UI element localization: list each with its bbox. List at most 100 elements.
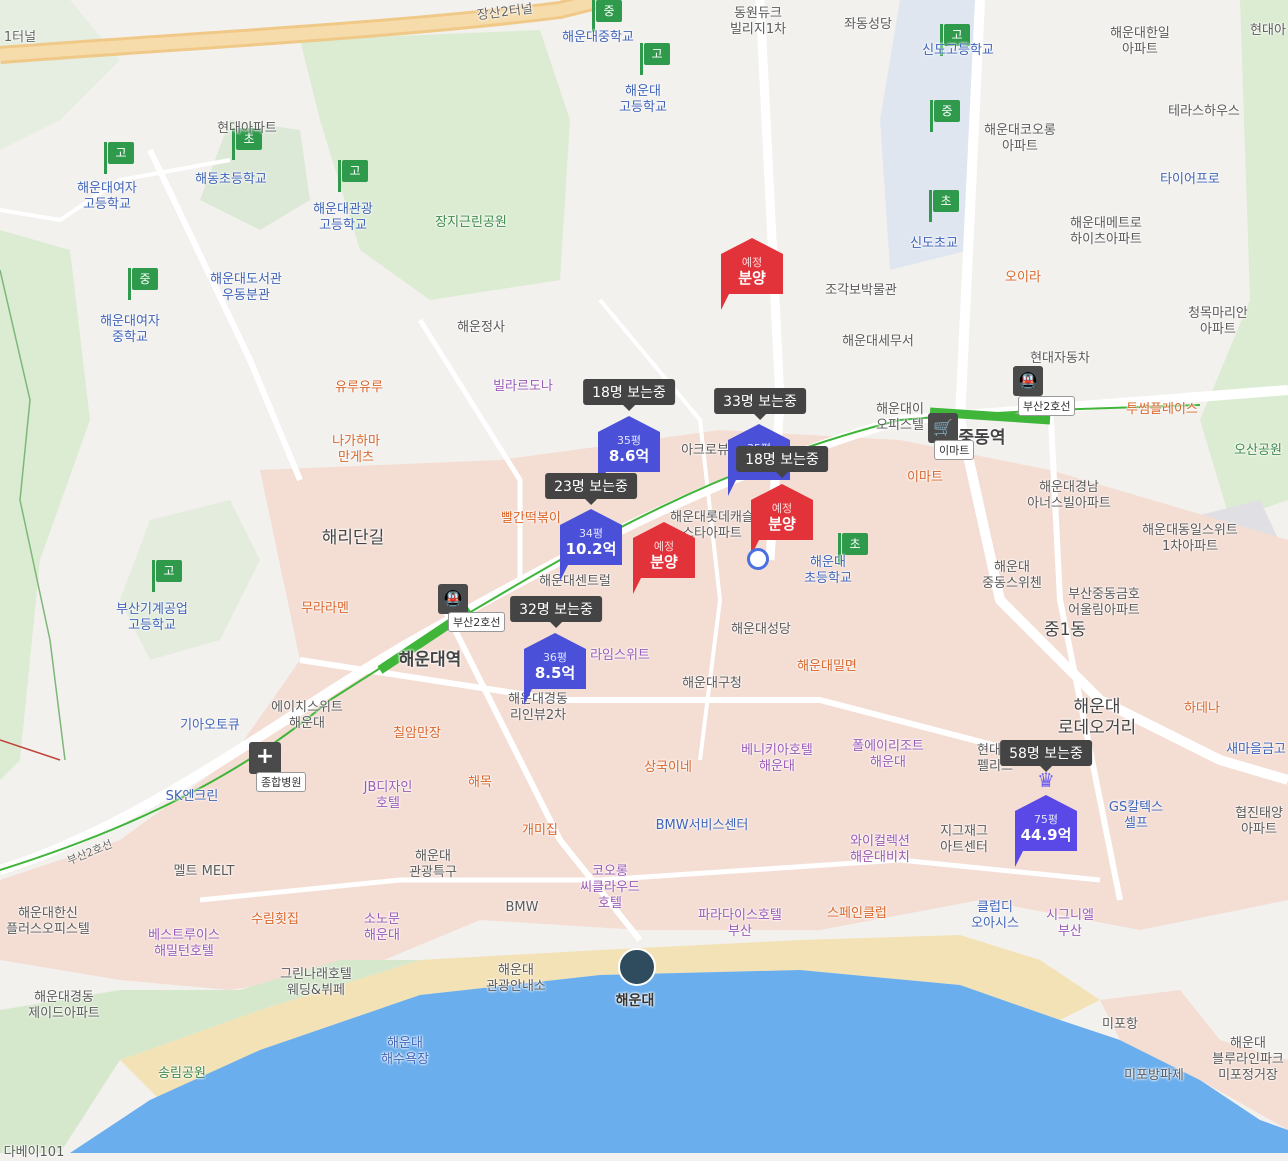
- label-yuru: 유루유루: [335, 380, 383, 395]
- label-oira: 오이라: [1005, 270, 1041, 285]
- haeundae-station-line-tag: 부산2호선: [448, 612, 506, 632]
- school-flag-haeundae-elem[interactable]: 초: [838, 533, 868, 565]
- listing-price: 44.9억: [1020, 826, 1072, 844]
- presale-marker[interactable]: 예정 분양: [721, 238, 783, 310]
- hospital-icon[interactable]: +: [249, 742, 281, 774]
- listing-viewers-badge[interactable]: 23명 보는중: [545, 473, 637, 505]
- school-flag-haeundae-middle[interactable]: 중: [592, 0, 622, 32]
- presale-label: 분양: [738, 269, 766, 287]
- label-haemok: 해목: [468, 775, 492, 790]
- school-flag-busan-mech[interactable]: 고: [152, 560, 182, 592]
- label-jangji-park: 장지근린공원: [435, 215, 507, 230]
- label-emart: 이마트: [907, 470, 943, 485]
- school-label-tourism-high: 해운대관광 고등학교: [313, 202, 373, 233]
- label-haeri: 해리단길: [321, 528, 385, 548]
- label-hadena: 하데나: [1184, 701, 1220, 716]
- label-rodeo: 해운대 로데오거리: [1057, 697, 1137, 738]
- label-metro-apt: 해운대메트로 하이츠아파트: [1070, 216, 1142, 247]
- listing-viewers-badge[interactable]: 18명 보는중: [583, 379, 675, 411]
- label-osan-park: 오산공원: [1234, 443, 1282, 458]
- haeundae-station-label[interactable]: 해운대역: [399, 650, 462, 671]
- label-blueline: 해운대 블루라인파크 미포정거장: [1212, 1036, 1284, 1083]
- label-kolon-apt: 해운대코오롱 아파트: [984, 123, 1056, 154]
- label-sculpture: 조각보박물관: [825, 283, 897, 298]
- label-jb: JB디자인 호텔: [363, 780, 413, 811]
- label-gyeongnam: 해운대경남 아너스빌아파트: [1027, 480, 1111, 511]
- label-tirepro: 타이어프로: [1160, 172, 1220, 187]
- label-gaemi: 개미집: [522, 823, 558, 838]
- school-label-girls-high: 해운대여자 고등학교: [77, 181, 137, 212]
- label-sangguk: 상국이네: [644, 760, 692, 775]
- school-flag-sindo-middle[interactable]: 중: [930, 100, 960, 132]
- listing-marker-premium[interactable]: 75평 44.9억: [1015, 795, 1077, 867]
- label-temple: 해운정사: [457, 320, 505, 335]
- school-label-haedong-elem: 해동초등학교: [195, 172, 267, 187]
- label-tax-office: 해운대세무서: [842, 334, 914, 349]
- listing-price: 분양: [768, 515, 796, 533]
- label-kumho: 부산중동금호 어울림아파트: [1068, 587, 1140, 618]
- listing-marker[interactable]: 34평 10.2억: [560, 509, 622, 581]
- label-twosome: 투썸플레이스: [1126, 402, 1198, 417]
- label-jung-swiss: 해운대 중동스위첸: [982, 560, 1042, 591]
- label-tour-info: 해운대 관광안내소: [486, 963, 546, 994]
- jungdong-station-line-tag: 부산2호선: [1018, 396, 1076, 416]
- label-clubd: 클럽디 오아시스: [971, 900, 1019, 931]
- beach-photo-icon[interactable]: [618, 948, 656, 986]
- listing-viewers-badge[interactable]: 33명 보는중: [714, 388, 806, 420]
- label-dabae: 다베이101: [3, 1145, 65, 1160]
- label-mipo: 미포항: [1102, 1017, 1138, 1032]
- label-melt: 멜트 MELT: [173, 864, 235, 879]
- label-villa: 빌라르도나: [493, 379, 553, 394]
- label-church: 해운대성당: [731, 622, 791, 637]
- label-hyupjin: 협진태양 아파트: [1235, 806, 1283, 837]
- school-flag-tourism-high[interactable]: 고: [338, 160, 368, 192]
- label-gs: GS칼텍스 셀프: [1108, 800, 1164, 831]
- presale-marker[interactable]: 예정 분양: [633, 522, 695, 594]
- road-label-tunnel: 1터널: [3, 30, 37, 45]
- label-kia: 기아오토큐: [180, 718, 240, 733]
- label-venika: 베니키아호텔 해운대: [741, 743, 813, 774]
- label-jwadong-church: 좌동성당: [844, 17, 892, 32]
- subway-icon[interactable]: 🚇: [1013, 366, 1043, 396]
- label-murara: 무라라멘: [301, 601, 349, 616]
- current-location-icon[interactable]: [747, 548, 769, 570]
- label-library: 해운대도서관 우동분관: [210, 272, 282, 303]
- label-signiel: 시그니엘 부산: [1046, 908, 1094, 939]
- label-terrace: 테라스하우스: [1168, 104, 1240, 119]
- listing-viewers-badge[interactable]: 18명 보는중: [736, 446, 828, 478]
- label-h-suite: 에이치스위트 해운대: [271, 700, 343, 731]
- label-hyundai-apt: 현대아파트: [217, 121, 277, 136]
- label-bmw: BMW: [505, 900, 539, 915]
- subway-icon[interactable]: 🚇: [438, 584, 468, 614]
- label-milmyeon: 해운대밀면: [797, 659, 857, 674]
- school-flag-girls-high[interactable]: 고: [104, 142, 134, 174]
- presale-label: 분양: [650, 553, 678, 571]
- label-suring: 수림횟집: [251, 912, 299, 927]
- school-flag-haeundae-high[interactable]: 고: [640, 43, 670, 75]
- school-flag-sindo-elem[interactable]: 초: [929, 190, 959, 222]
- label-ppalgan: 빨간떡볶이: [501, 511, 561, 526]
- label-pole: 폴에이리조트 해운대: [852, 739, 924, 770]
- label-best: 베스트루이스 해밀턴호텔: [148, 928, 220, 959]
- cart-icon[interactable]: 🛒: [928, 413, 958, 443]
- listing-price: 10.2억: [565, 540, 617, 558]
- label-gyeongdong-j: 해운대경동 제이드아파트: [28, 990, 100, 1021]
- label-lime-suite: 라임스위트: [590, 648, 650, 663]
- school-label-haeundae-high: 해운대 고등학교: [619, 84, 667, 115]
- label-office-left: 해운대이 오피스텔: [876, 402, 924, 433]
- label-ilsuite: 해운대동일스위트 1차아파트: [1142, 523, 1238, 554]
- listing-viewers-badge[interactable]: 58명 보는중: [1000, 740, 1092, 772]
- hospital-tag: 종합병원: [256, 772, 307, 792]
- listing-marker[interactable]: 35평 8.6억: [598, 416, 660, 488]
- presale-listing-marker[interactable]: 예정 분양: [751, 484, 813, 556]
- label-zigzag: 지그재그 아트센터: [940, 824, 988, 855]
- listing-viewers-badge[interactable]: 32명 보는중: [510, 596, 602, 628]
- school-label-haeundae-elem: 해운대 초등학교: [804, 555, 852, 586]
- label-haeundae-right: 현대아: [1250, 23, 1286, 38]
- emart-tag: 이마트: [934, 440, 975, 460]
- school-flag-girls-middle[interactable]: 중: [128, 268, 158, 300]
- listing-marker[interactable]: 36평 8.5억: [524, 633, 586, 705]
- label-saemaeul: 새마을금고: [1226, 742, 1286, 757]
- listing-price: 8.6억: [608, 447, 650, 465]
- label-haeundae-beach[interactable]: 해운대: [616, 993, 655, 1009]
